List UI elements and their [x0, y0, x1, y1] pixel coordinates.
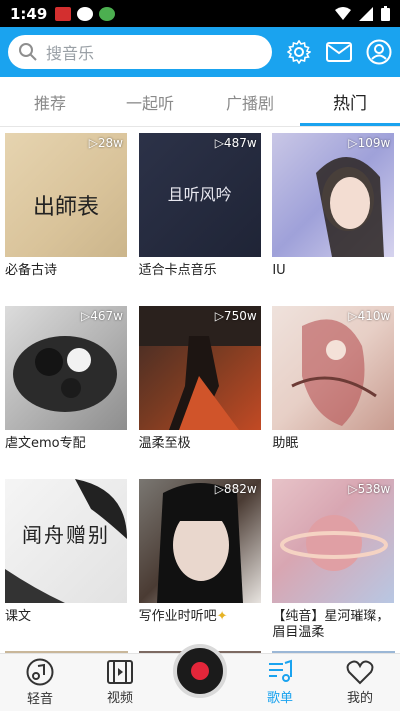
settings-button[interactable] — [286, 39, 312, 65]
film-icon — [107, 660, 133, 684]
gear-icon — [287, 40, 311, 64]
battery-icon — [381, 6, 390, 21]
nav-label: 歌单 — [266, 691, 293, 706]
playlist-title: 必备古诗 — [5, 263, 58, 278]
portrait-silhouette — [316, 156, 385, 257]
playlist-cover: ▷882w — [138, 479, 261, 603]
playlist-card[interactable]: 出師表 ▷28w 必备古诗 — [5, 133, 128, 306]
playlist-title: 【纯音】星河璀璨，眉目温柔 — [272, 609, 390, 640]
playlist-note-icon — [269, 659, 292, 682]
playlist-card[interactable]: 闻舟赠别 课文 — [5, 479, 128, 652]
nav-light-music[interactable]: 轻音 — [0, 658, 80, 707]
search-placeholder: 搜音乐 — [46, 44, 95, 63]
playlist-card[interactable]: 且听风吟 ▷487w 适合卡点音乐 — [138, 133, 262, 306]
playlist-card[interactable]: ▷467w 虐文emo专配 — [5, 306, 128, 479]
profile-button[interactable] — [366, 39, 392, 65]
search-icon — [19, 43, 37, 61]
playlist-cover: ▷538w — [272, 479, 395, 603]
playlist-title: IU — [272, 263, 286, 278]
walking-figure-image — [138, 306, 261, 430]
category-tabs: 推荐 一起听 广播剧 热门 — [0, 77, 400, 127]
playlist-card[interactable]: ▷750w 温柔至极 — [138, 306, 262, 479]
playlist-card[interactable]: ▷410w 助眠 — [272, 306, 395, 479]
mail-icon — [326, 42, 352, 62]
playlist-title: 虐文emo专配 — [5, 436, 86, 451]
status-bar: 1:49 — [0, 0, 400, 27]
tab-radio-drama[interactable]: 广播剧 — [200, 77, 300, 126]
bottom-navigation: 轻音 视频 歌单 我的 — [0, 643, 400, 711]
play-count: ▷467w — [81, 309, 123, 323]
playlist-card[interactable]: ▷538w 【纯音】星河璀璨，眉目温柔 — [272, 479, 395, 652]
nav-mine[interactable]: 我的 — [320, 659, 400, 706]
playlist-title: 写作业时听吧✦ — [139, 609, 262, 625]
playlist-cover: 出師表 ▷28w — [5, 133, 127, 257]
cover-calligraphy: 出師表 — [32, 195, 99, 220]
nav-playlist[interactable]: 歌单 — [240, 659, 320, 706]
cover-calligraphy: 闻舟赠别 — [22, 523, 110, 547]
nav-label: 轻音 — [26, 692, 53, 707]
status-time: 1:49 — [10, 4, 48, 23]
now-playing-disc[interactable] — [160, 643, 240, 710]
vinyl-disc-icon — [173, 643, 227, 698]
playlist-title: 适合卡点音乐 — [138, 263, 217, 278]
playlist-cover: ▷467w — [5, 306, 127, 430]
cover-calligraphy: 且听风吟 — [167, 185, 232, 204]
play-count: ▷882w — [214, 482, 257, 496]
tab-listen-together[interactable]: 一起听 — [100, 77, 200, 126]
messages-button[interactable] — [326, 39, 352, 65]
play-count: ▷487w — [214, 136, 257, 150]
play-count: ▷410w — [348, 309, 391, 323]
nav-label: 视频 — [106, 691, 133, 706]
playlist-cover: ▷109w — [272, 133, 395, 257]
playlist-title: 课文 — [5, 609, 32, 624]
playlist-card[interactable]: ▷882w 写作业时听吧✦ — [138, 479, 262, 652]
tab-hot[interactable]: 热门 — [300, 77, 400, 126]
play-count: ▷538w — [348, 482, 391, 496]
playlist-title-text: 写作业时听吧 — [138, 609, 217, 624]
playlist-cover: ▷410w — [272, 306, 395, 430]
tray-with-cups-image — [13, 336, 117, 412]
disc-center — [191, 661, 209, 680]
android-notification-icon — [99, 6, 116, 21]
wifi-icon — [335, 6, 351, 20]
shield-notification-icon — [77, 6, 94, 21]
nav-video[interactable]: 视频 — [80, 659, 160, 706]
playlist-title: 助眠 — [272, 436, 299, 451]
heart-icon — [346, 660, 374, 685]
play-count: ▷109w — [348, 136, 391, 150]
nav-label: 我的 — [346, 691, 373, 706]
top-header: 搜音乐 — [0, 27, 400, 77]
play-count: ▷750w — [214, 309, 257, 323]
playlist-grid: 出師表 ▷28w 必备古诗 且听风吟 ▷487w 适合卡点音乐 ▷109w IU… — [0, 127, 400, 652]
notification-app-icon — [55, 6, 72, 21]
portrait-girl-image — [156, 483, 243, 603]
playlist-cover: ▷750w — [138, 306, 261, 430]
search-input[interactable]: 搜音乐 — [8, 35, 272, 69]
user-icon — [366, 39, 392, 65]
playlist-cover: 闻舟赠别 — [5, 479, 127, 603]
planet-image — [280, 515, 389, 571]
playlist-title: 温柔至极 — [138, 436, 191, 451]
playlist-card[interactable]: ▷109w IU — [272, 133, 395, 306]
sparkle-emoji-icon: ✦ — [216, 609, 228, 624]
signal-icon — [359, 6, 373, 21]
tab-recommend[interactable]: 推荐 — [0, 77, 100, 126]
music-note-circle-icon — [26, 658, 54, 686]
play-count: ▷28w — [88, 136, 123, 150]
illustration-figure-image — [291, 319, 378, 426]
playlist-cover: 且听风吟 ▷487w — [138, 133, 261, 257]
